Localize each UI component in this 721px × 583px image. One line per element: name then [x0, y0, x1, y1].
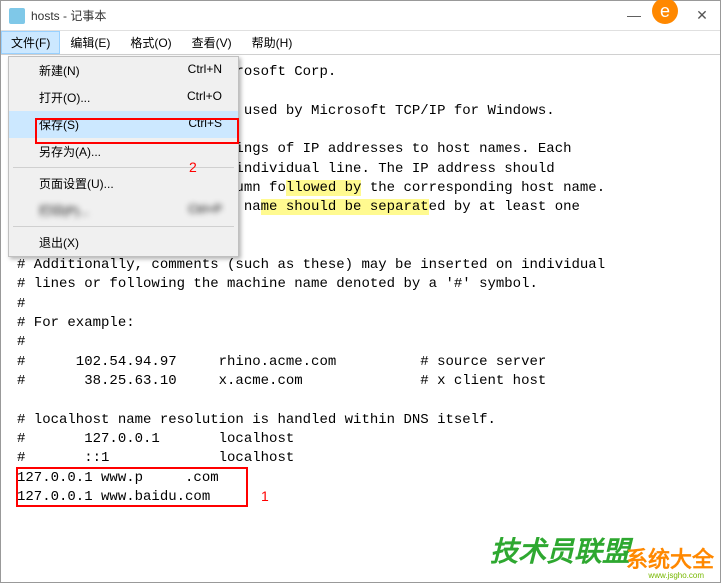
menu-print[interactable]: 打印(P)...Ctrl+P — [9, 197, 238, 224]
window-frame: hosts - 记事本 — ☐ ✕ e 文件(F) 编辑(E) 格式(O) 查看… — [0, 0, 721, 583]
menu-format[interactable]: 格式(O) — [120, 31, 181, 54]
separator — [13, 226, 234, 227]
menu-file[interactable]: 文件(F) — [1, 31, 60, 54]
titlebar: hosts - 记事本 — ☐ ✕ — [1, 1, 720, 31]
watermark-url: www.jsgho.com — [648, 571, 704, 580]
svg-text:e: e — [660, 1, 670, 21]
minimize-button[interactable]: — — [624, 7, 644, 24]
menu-edit[interactable]: 编辑(E) — [60, 31, 120, 54]
window-title: hosts - 记事本 — [31, 7, 624, 24]
annotation-label-2: 2 — [189, 159, 197, 175]
menu-view[interactable]: 查看(V) — [182, 31, 242, 54]
watermark-text-1: 技术员联盟 — [490, 530, 630, 570]
menu-exit[interactable]: 退出(X) — [9, 229, 238, 256]
menu-new[interactable]: 新建(N)Ctrl+N — [9, 57, 238, 84]
menu-save[interactable]: 保存(S)Ctrl+S — [9, 111, 238, 138]
notepad-icon — [9, 8, 25, 24]
menu-pagesetup[interactable]: 页面设置(U)... — [9, 170, 238, 197]
watermark-text-2: 系统大全 — [626, 542, 714, 574]
file-dropdown: 新建(N)Ctrl+N 打开(O)...Ctrl+O 保存(S)Ctrl+S 另… — [8, 56, 239, 257]
menu-open[interactable]: 打开(O)...Ctrl+O — [9, 84, 238, 111]
annotation-label-1: 1 — [261, 488, 269, 504]
menubar: 文件(F) 编辑(E) 格式(O) 查看(V) 帮助(H) — [1, 31, 720, 55]
menu-saveas[interactable]: 另存为(A)... — [9, 138, 238, 165]
separator — [13, 167, 234, 168]
external-app-icon: e — [650, 0, 680, 26]
menu-help[interactable]: 帮助(H) — [242, 31, 303, 54]
close-button[interactable]: ✕ — [692, 7, 712, 24]
